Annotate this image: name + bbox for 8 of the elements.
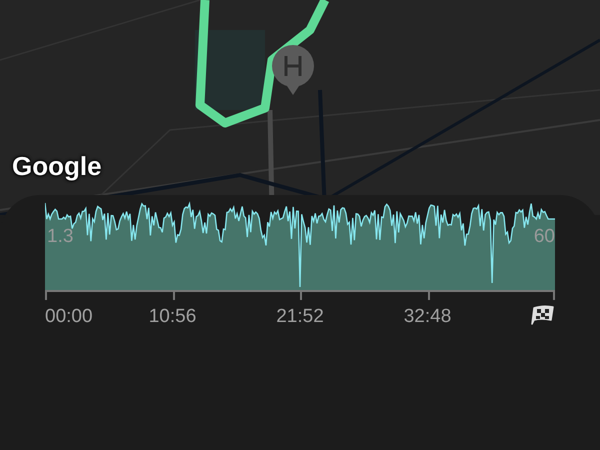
time-label: 32:48 [404,305,452,329]
map-attribution: Google [12,150,102,183]
time-label: 10:56 [148,305,196,329]
time-label: 00:00 [45,305,93,329]
finish-flag-icon [529,303,555,327]
time-label: 21:52 [276,305,324,329]
axis-label: 60 [534,225,555,249]
axis-label: 1.3 [47,225,74,249]
